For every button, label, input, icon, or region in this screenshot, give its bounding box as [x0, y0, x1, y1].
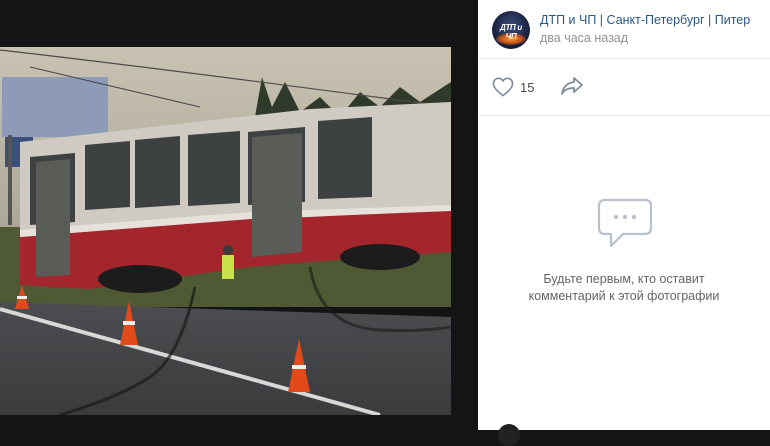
avatar-logo-text: ДТП и ЧП	[499, 23, 523, 41]
actions-bar: 15	[478, 59, 770, 115]
comments-empty-state: Будьте первым, кто оставит комментарий к…	[478, 116, 770, 416]
post-header: ДТП и ЧП ДТП и ЧП | Санкт-Петербург | Пи…	[478, 0, 770, 58]
tram-accident-image	[0, 47, 451, 415]
accident-photo[interactable]	[0, 47, 451, 415]
post-timestamp[interactable]: два часа назад	[540, 31, 628, 45]
group-avatar[interactable]: ДТП и ЧП	[492, 11, 530, 49]
comment-bubble-icon	[597, 198, 653, 248]
empty-text-line1: Будьте первым, кто оставит	[543, 272, 705, 286]
like-count: 15	[520, 79, 535, 95]
heart-icon	[492, 77, 514, 97]
share-arrow-icon	[561, 77, 583, 95]
like-button[interactable]: 15	[492, 75, 534, 99]
comment-author-avatar[interactable]	[498, 424, 520, 446]
empty-comments-text: Будьте первым, кто оставит комментарий к…	[498, 271, 750, 305]
empty-text-line2: комментарий к этой фотографии	[528, 289, 720, 303]
group-name-link[interactable]: ДТП и ЧП | Санкт-Петербург | Питер	[540, 13, 752, 27]
share-button[interactable]	[560, 75, 586, 99]
photo-side-panel: ДТП и ЧП ДТП и ЧП | Санкт-Петербург | Пи…	[478, 0, 770, 446]
photo-viewer	[0, 0, 478, 430]
